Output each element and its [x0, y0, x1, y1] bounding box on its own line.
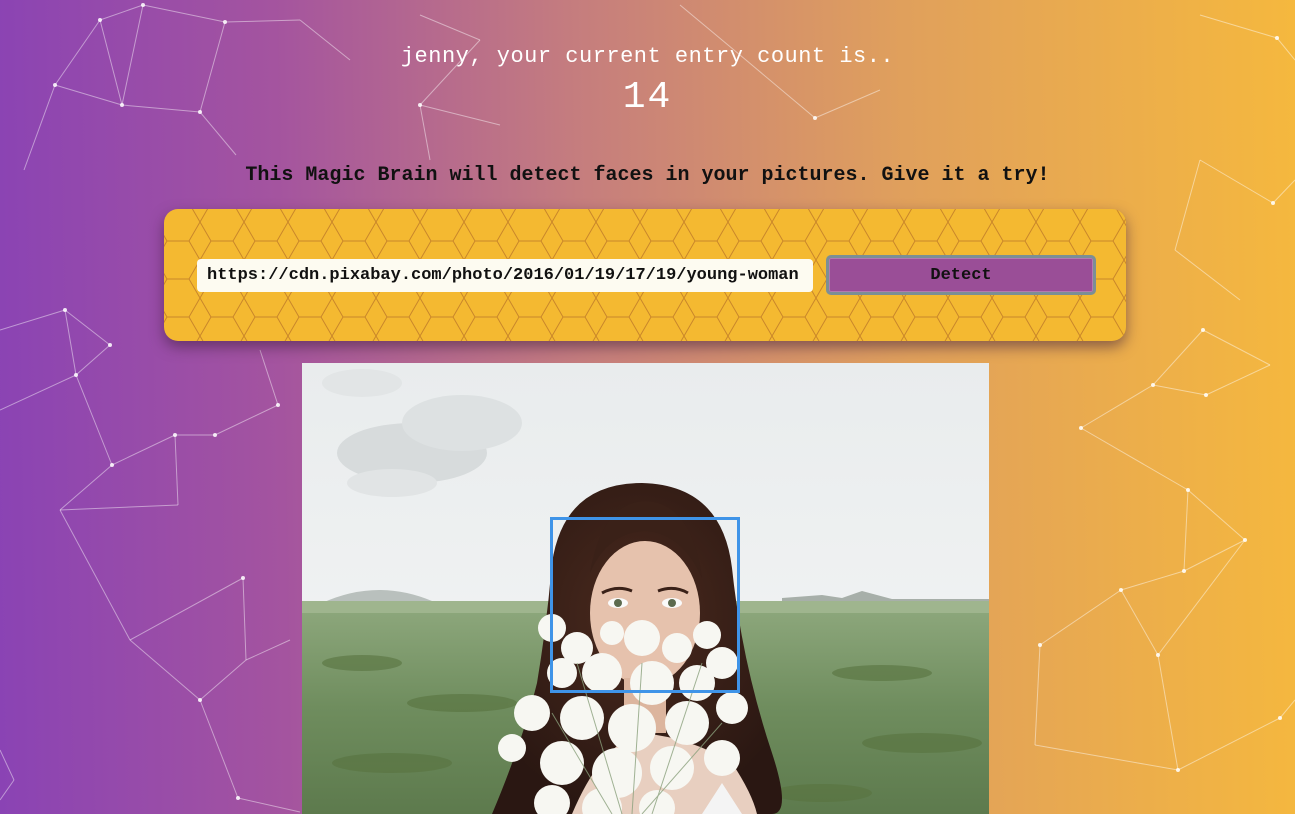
image-url-input[interactable] [197, 259, 813, 292]
entry-count-message: jenny, your current entry count is.. [400, 44, 895, 69]
detection-result [302, 363, 989, 814]
face-bounding-box [550, 517, 740, 693]
entry-count-value: 14 [622, 76, 673, 119]
intro-text: This Magic Brain will detect faces in yo… [245, 164, 1050, 187]
image-link-form: Detect [164, 209, 1126, 341]
detect-button[interactable]: Detect [826, 255, 1096, 295]
